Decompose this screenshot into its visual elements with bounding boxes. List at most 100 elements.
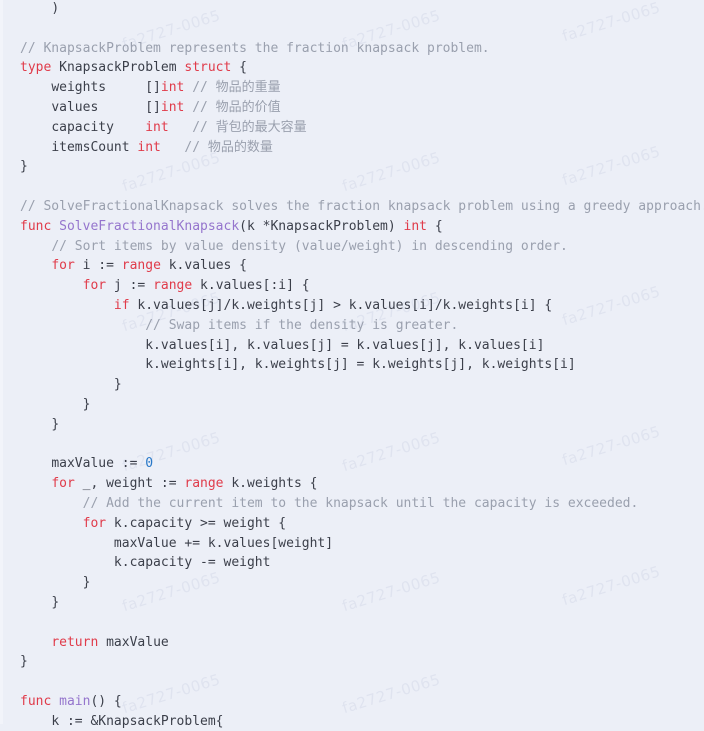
- code-line[interactable]: [0, 435, 704, 455]
- code-line[interactable]: [0, 19, 704, 39]
- code-line[interactable]: }: [0, 375, 704, 395]
- code-comment: // 背包的最大容量: [192, 119, 307, 135]
- code-line[interactable]: capacity int // 背包的最大容量: [0, 118, 704, 138]
- code-line[interactable]: for k.capacity >= weight {: [0, 514, 704, 534]
- code-line[interactable]: // SolveFractionalKnapsack solves the fr…: [0, 197, 704, 217]
- code-text: k.weights[i], k.weights[j] = k.weights[j…: [145, 357, 576, 373]
- code-keyword: return: [51, 634, 99, 650]
- code-text: KnapsackProblem: [51, 60, 185, 76]
- code-keyword: struct: [184, 60, 232, 76]
- code-comment: // Sort items by value density (value/we…: [51, 238, 568, 254]
- code-keyword: int: [160, 99, 185, 115]
- code-line[interactable]: func main() {: [0, 692, 704, 712]
- code-line[interactable]: }: [0, 415, 704, 435]
- code-line[interactable]: return maxValue: [0, 633, 704, 653]
- code-text: maxValue += k.values[weight]: [113, 535, 334, 551]
- code-line[interactable]: if k.values[j]/k.weights[j] > k.values[i…: [0, 296, 704, 316]
- code-line[interactable]: // Swap items if the density is greater.: [0, 316, 704, 336]
- code-line[interactable]: weights []int // 物品的重量: [0, 78, 704, 98]
- code-function-name: main: [59, 693, 91, 709]
- left-edge-strip: [0, 0, 3, 724]
- code-text: k.capacity >= weight {: [106, 515, 287, 531]
- code-line[interactable]: values []int // 物品的价值: [0, 98, 704, 118]
- code-text: _, weight :=: [74, 476, 185, 492]
- code-text: k.capacity -= weight: [113, 555, 271, 571]
- code-text: }: [82, 575, 91, 591]
- code-comment: // 物品的重量: [192, 80, 281, 96]
- code-text: () {: [90, 693, 122, 709]
- code-keyword: if: [113, 297, 130, 313]
- code-text: (k *KnapsackProblem): [239, 218, 404, 234]
- code-line[interactable]: maxValue += k.values[weight]: [0, 534, 704, 554]
- code-line[interactable]: [0, 672, 704, 692]
- code-text: capacity: [51, 119, 146, 135]
- code-text: }: [82, 396, 91, 412]
- code-text: i :=: [74, 258, 122, 274]
- code-line[interactable]: k.weights[i], k.weights[j] = k.weights[j…: [0, 355, 704, 375]
- code-text: maxValue :=: [51, 456, 146, 472]
- code-keyword: range: [184, 476, 224, 492]
- code-line[interactable]: k.values[i], k.values[j] = k.values[j], …: [0, 336, 704, 356]
- code-line[interactable]: }: [0, 573, 704, 593]
- code-line[interactable]: }: [0, 593, 704, 613]
- code-line[interactable]: for j := range k.values[:i] {: [0, 276, 704, 296]
- code-line[interactable]: func SolveFractionalKnapsack(k *Knapsack…: [0, 217, 704, 237]
- code-comment: // SolveFractionalKnapsack solves the fr…: [20, 198, 704, 214]
- code-line[interactable]: type KnapsackProblem struct {: [0, 58, 704, 78]
- code-keyword: for: [82, 278, 107, 294]
- code-line[interactable]: k.capacity -= weight: [0, 553, 704, 573]
- code-comment: // Add the current item to the knapsack …: [82, 495, 639, 511]
- code-line[interactable]: for i := range k.values {: [0, 256, 704, 276]
- code-line[interactable]: }: [0, 395, 704, 415]
- code-keyword: int: [137, 139, 161, 155]
- code-keyword: func: [20, 218, 52, 234]
- code-viewport[interactable]: ) // KnapsackProblem represents the frac…: [0, 0, 704, 729]
- code-text: {: [231, 60, 247, 76]
- code-line[interactable]: itemsCount int // 物品的数量: [0, 138, 704, 158]
- code-line[interactable]: for _, weight := range k.weights {: [0, 474, 704, 494]
- code-line[interactable]: }: [0, 652, 704, 672]
- code-line[interactable]: [0, 613, 704, 633]
- code-line[interactable]: // KnapsackProblem represents the fracti…: [0, 39, 704, 59]
- code-line[interactable]: k := &KnapsackProblem{: [0, 712, 704, 731]
- code-text: ): [51, 1, 60, 16]
- code-line[interactable]: }: [0, 157, 704, 177]
- code-number: 0: [145, 456, 154, 472]
- code-keyword: range: [121, 258, 161, 274]
- code-line[interactable]: [0, 177, 704, 197]
- code-keyword: for: [51, 476, 75, 492]
- code-text: k := &KnapsackProblem{: [51, 713, 224, 729]
- code-comment: // 物品的价值: [192, 99, 281, 115]
- code-line[interactable]: ): [0, 0, 704, 19]
- code-text: k.values[i], k.values[j] = k.values[j], …: [145, 337, 545, 353]
- code-line[interactable]: maxValue := 0: [0, 454, 704, 474]
- code-line[interactable]: // Add the current item to the knapsack …: [0, 494, 704, 514]
- code-comment: // Swap items if the density is greater.: [145, 317, 459, 333]
- code-text: k.weights {: [223, 476, 318, 492]
- code-block[interactable]: ) // KnapsackProblem represents the frac…: [0, 0, 704, 731]
- code-keyword: type: [20, 60, 52, 76]
- code-line[interactable]: // Sort items by value density (value/we…: [0, 237, 704, 257]
- code-text: }: [113, 377, 122, 393]
- code-text: values []: [51, 99, 161, 115]
